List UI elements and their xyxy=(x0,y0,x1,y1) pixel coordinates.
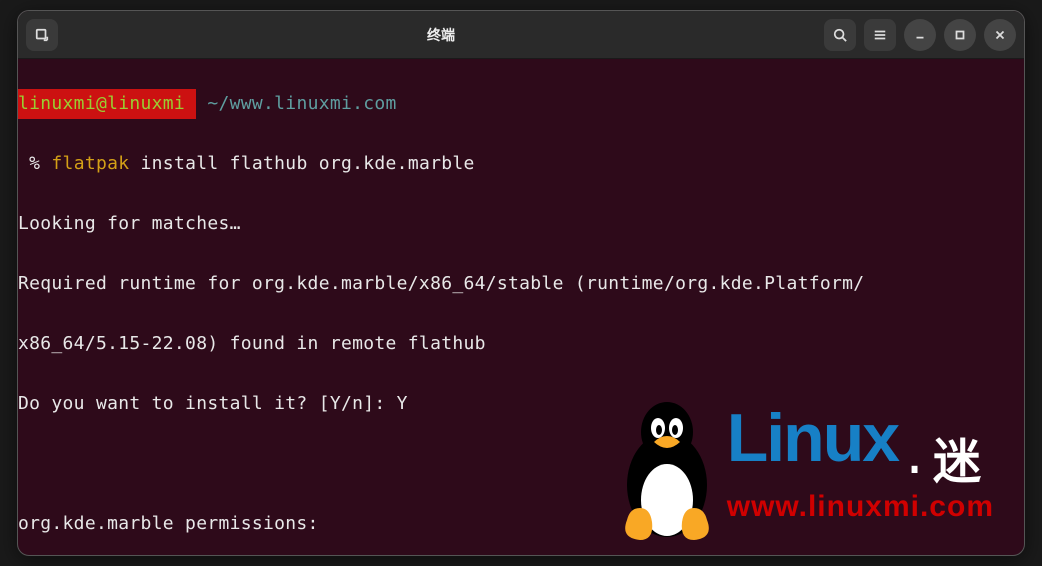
output-line: Required runtime for org.kde.marble/x86_… xyxy=(18,269,1024,299)
maximize-button[interactable] xyxy=(944,19,976,51)
search-button[interactable] xyxy=(824,19,856,51)
perm-header: org.kde.marble permissions: xyxy=(18,509,1024,539)
menu-button[interactable] xyxy=(864,19,896,51)
output-answer: Y xyxy=(397,393,408,414)
output-line: x86_64/5.15-22.08) found in remote flath… xyxy=(18,329,1024,359)
prompt-userhost: linuxmi@linuxmi xyxy=(18,93,185,114)
command-args: install flathub org.kde.marble xyxy=(141,153,475,174)
titlebar: 终端 xyxy=(18,11,1024,59)
window-title: 终端 xyxy=(427,25,455,45)
output-line: Looking for matches… xyxy=(18,209,1024,239)
minimize-button[interactable] xyxy=(904,19,936,51)
terminal-content[interactable]: linuxmi@linuxmi ~/www.linuxmi.com % flat… xyxy=(18,59,1024,556)
prompt-symbol: % xyxy=(29,153,40,174)
terminal-window: 终端 linuxmi@linuxmi ~/www.linuxmi.com % f… xyxy=(17,10,1025,556)
new-tab-button[interactable] xyxy=(26,19,58,51)
prompt-path: ~/www.linuxmi.com xyxy=(207,93,396,114)
close-button[interactable] xyxy=(984,19,1016,51)
output-question: Do you want to install it? [Y/n]: xyxy=(18,393,397,414)
command-name: flatpak xyxy=(51,153,129,174)
